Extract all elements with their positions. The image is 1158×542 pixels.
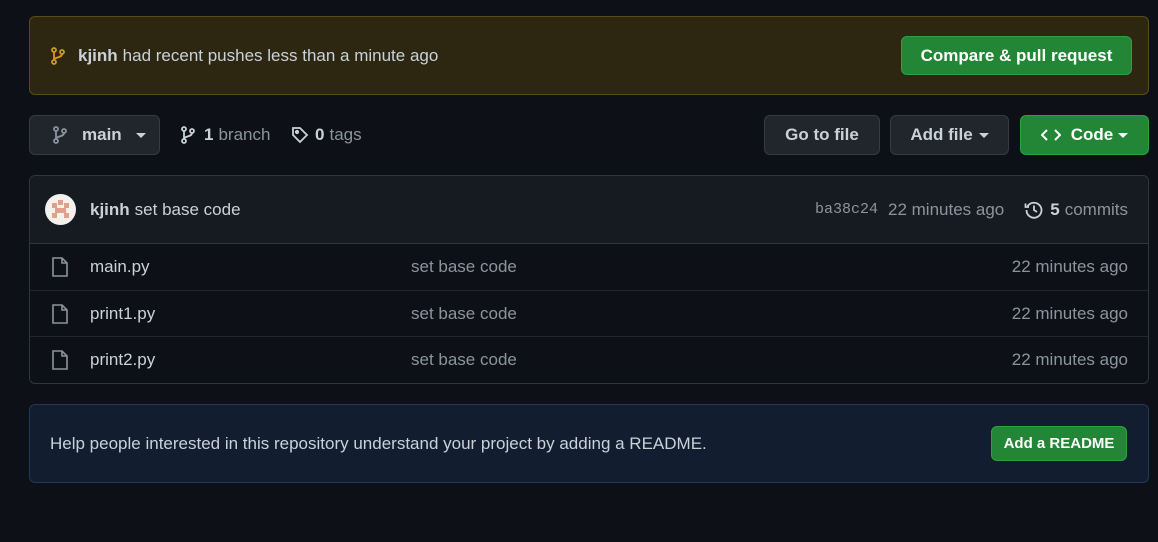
commit-author-link[interactable]: kjinh <box>90 200 130 220</box>
commit-count: 5 <box>1050 199 1060 219</box>
file-navigation-box: kjinh set base code ba38c24 22 minutes a… <box>29 175 1149 384</box>
file-row[interactable]: print1.py set base code 22 minutes ago <box>30 290 1148 336</box>
file-row[interactable]: print2.py set base code 22 minutes ago <box>30 336 1148 382</box>
commit-time: 22 minutes ago <box>888 199 1005 219</box>
file-commit-time: 22 minutes ago <box>1011 349 1128 369</box>
latest-commit-bar: kjinh set base code ba38c24 22 minutes a… <box>30 176 1148 244</box>
add-readme-button[interactable]: Add a README <box>991 426 1127 461</box>
branches-link[interactable]: 1 branch <box>180 115 270 155</box>
git-branch-icon <box>180 126 196 144</box>
chevron-down-icon <box>978 132 989 138</box>
file-name-link[interactable]: main.py <box>90 257 150 277</box>
file-commit-time: 22 minutes ago <box>1011 257 1128 276</box>
file-commit-message[interactable]: set base code <box>411 350 517 370</box>
history-icon <box>1024 200 1044 220</box>
chevron-down-icon <box>135 132 146 138</box>
recent-push-banner: kjinh had recent pushes less than a minut… <box>29 16 1149 95</box>
push-message: kjinh had recent pushes less than a minut… <box>78 46 438 66</box>
go-to-file-button[interactable]: Go to file <box>764 115 880 155</box>
tags-link[interactable]: 0 tags <box>291 115 362 155</box>
file-name-link[interactable]: print2.py <box>90 350 155 370</box>
tag-label: tags <box>329 125 362 144</box>
avatar[interactable] <box>45 194 76 225</box>
git-branch-icon <box>50 46 66 65</box>
code-icon <box>1040 128 1061 142</box>
file-icon <box>51 257 69 277</box>
commit-label: commits <box>1064 199 1128 219</box>
current-branch-label: main <box>82 125 122 144</box>
tag-count: 0 <box>315 125 325 144</box>
compare-pull-request-button[interactable]: Compare & pull request <box>901 36 1132 75</box>
file-commit-time: 22 minutes ago <box>1011 303 1128 323</box>
branch-label: branch <box>218 125 271 144</box>
code-button[interactable]: Code <box>1020 115 1149 155</box>
file-icon <box>51 349 69 370</box>
code-label: Code <box>1070 125 1114 144</box>
file-commit-message[interactable]: set base code <box>411 304 517 324</box>
repo-toolbar: main 1 branch 0 tags Go to file Add file <box>29 115 1149 155</box>
file-commit-message[interactable]: set base code <box>411 257 517 277</box>
readme-prompt-text: Help people interested in this repositor… <box>50 433 707 453</box>
chevron-down-icon <box>1118 132 1129 138</box>
file-name-link[interactable]: print1.py <box>90 304 155 324</box>
tag-icon <box>291 126 309 144</box>
git-branch-icon <box>52 126 68 144</box>
add-file-button[interactable]: Add file <box>890 115 1009 155</box>
commit-sha-link[interactable]: ba38c24 <box>815 201 878 218</box>
commits-history-link[interactable]: 5 commits <box>1024 200 1128 220</box>
branch-count: 1 <box>204 125 214 144</box>
push-user-link[interactable]: kjinh <box>78 46 118 65</box>
push-message-text: had recent pushes less than a minute ago <box>122 45 439 65</box>
readme-prompt-banner: Help people interested in this repositor… <box>29 404 1149 483</box>
add-file-label: Add file <box>910 125 973 144</box>
commit-message-link[interactable]: set base code <box>135 200 241 220</box>
branch-select-button[interactable]: main <box>29 115 160 155</box>
file-list: main.py set base code 22 minutes ago pri… <box>30 244 1148 382</box>
file-icon <box>51 303 69 324</box>
file-row[interactable]: main.py set base code 22 minutes ago <box>30 244 1148 290</box>
